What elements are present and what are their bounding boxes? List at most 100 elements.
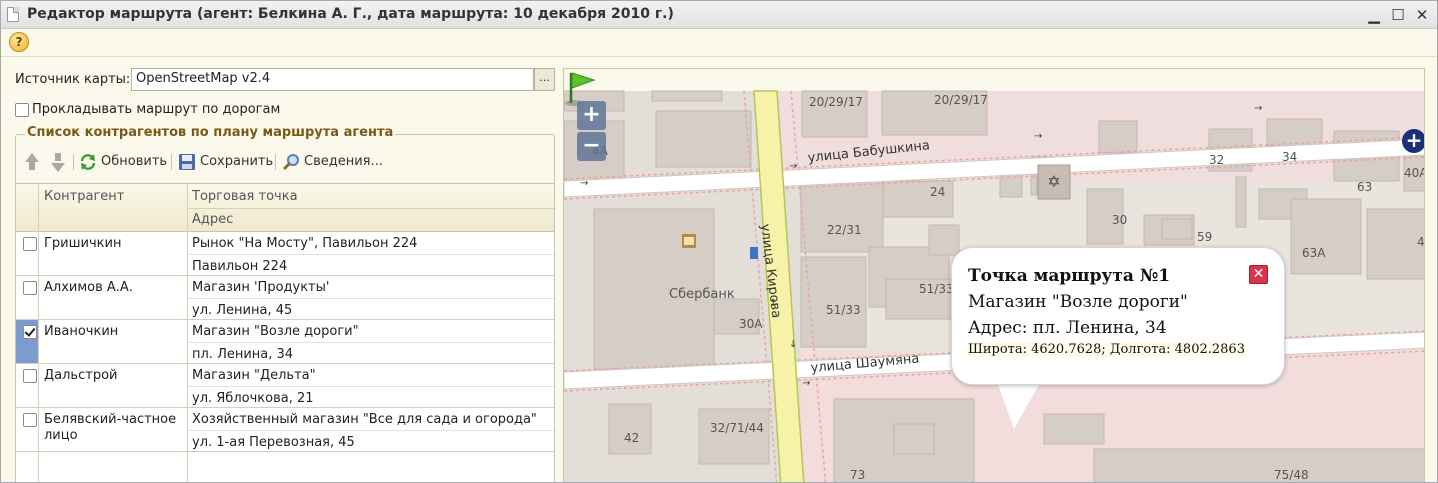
group-title: Список контрагентов по плану маршрута аг…	[25, 125, 396, 140]
move-down-button[interactable]	[51, 151, 67, 173]
address: ул. Ленина, 45	[192, 303, 293, 318]
svg-text:→: →	[1254, 103, 1262, 114]
contractor-name: Гришичкин	[44, 236, 122, 251]
table-row-selected[interactable]: Иваночкин Магазин "Возле дороги" пл. Лен…	[16, 320, 554, 364]
row-checkbox[interactable]	[23, 237, 37, 251]
route-point-popup: Точка маршрута №1 Магазин "Возле дороги"…	[951, 247, 1285, 385]
table-row[interactable]: Дальстрой Магазин "Дельта" ул. Яблочкова…	[16, 364, 554, 408]
map-source-field[interactable]: OpenStreetMap v2.4	[131, 68, 534, 91]
table-row[interactable]: Алхимов А.А. Магазин 'Продукты' ул. Лени…	[16, 276, 554, 320]
house-number: 20/29/17	[934, 93, 988, 107]
move-up-button[interactable]	[23, 151, 39, 173]
map-source-select-button[interactable]: ...	[534, 68, 555, 91]
info-label: Сведения...	[304, 154, 383, 169]
house-number: 30	[1112, 213, 1128, 227]
route-editor-window: Редактор маршрута (агент: Белкина А. Г.,…	[0, 0, 1438, 483]
minimize-button[interactable]: ▁	[1363, 4, 1385, 26]
help-icon[interactable]: ?	[9, 32, 29, 52]
column-trade-point[interactable]: Торговая точка	[192, 189, 298, 204]
row-checkbox[interactable]	[23, 413, 37, 427]
table-header: Контрагент Торговая точка Адрес	[16, 184, 554, 232]
plus-marker-icon[interactable]: +	[1402, 129, 1424, 153]
contractor-name: Белявский-частное лицо	[44, 412, 177, 443]
column-contractor[interactable]: Контрагент	[44, 189, 124, 204]
table-row[interactable]: Гришичкин Рынок "На Мосту", Павильон 224…	[16, 232, 554, 276]
row-divider	[187, 254, 554, 255]
house-number: 24	[930, 185, 946, 199]
address: ул. 1-ая Перевозная, 45	[192, 435, 355, 450]
toolbar-divider	[171, 154, 172, 170]
address: пл. Ленина, 34	[192, 347, 294, 362]
svg-text:→: →	[802, 378, 810, 389]
svg-text:→: →	[580, 178, 588, 189]
toolbar-divider	[275, 154, 276, 170]
house-number: 59	[1197, 230, 1213, 244]
house-number: 32	[1209, 153, 1225, 167]
svg-text:→: →	[789, 161, 797, 172]
row-checkbox[interactable]	[23, 325, 37, 339]
document-icon	[7, 7, 19, 22]
route-by-roads-label: Прокладывать маршрут по дорогам	[32, 102, 281, 117]
close-button[interactable]: ✕	[1411, 4, 1433, 26]
route-by-roads-checkbox[interactable]	[15, 103, 29, 117]
refresh-label: Обновить	[101, 154, 168, 169]
row-checkbox[interactable]	[23, 369, 37, 383]
magnifier-icon	[282, 154, 299, 171]
row-divider	[187, 386, 554, 387]
trade-point: Рынок "На Мосту", Павильон 224	[192, 236, 418, 251]
svg-text:→: →	[1034, 131, 1042, 142]
column-address[interactable]: Адрес	[192, 212, 233, 227]
maximize-button[interactable]: ☐	[1387, 4, 1409, 26]
house-number: 34	[1282, 150, 1298, 164]
address: Павильон 224	[192, 259, 288, 274]
contractor-name: Иваночкин	[44, 324, 119, 339]
floppy-disk-icon	[179, 154, 195, 170]
trade-point: Магазин "Возле дороги"	[192, 324, 359, 339]
title-bar: Редактор маршрута (агент: Белкина А. Г.,…	[1, 1, 1437, 29]
house-number: 40А	[1404, 166, 1424, 180]
contractor-name: Алхимов А.А.	[44, 280, 133, 295]
route-flag-icon[interactable]	[564, 69, 598, 107]
house-number: 30А	[739, 317, 763, 331]
popup-pointer	[996, 379, 1042, 429]
map-view[interactable]: ✡ → → → → ↑ ↓ → 20/29/17 20/29/17 4А 24 …	[563, 68, 1425, 482]
svg-text:↓: ↓	[789, 339, 797, 350]
house-number: 63	[1357, 180, 1373, 194]
house-number: 4	[1417, 235, 1425, 249]
refresh-icon	[80, 154, 96, 170]
map-source-label: Источник карты:	[15, 72, 131, 87]
contractor-name: Дальстрой	[44, 368, 118, 383]
toolbar-divider	[73, 154, 74, 170]
table-row[interactable]: Белявский-частное лицо Хозяйственный маг…	[16, 408, 554, 452]
arrow-down-icon	[51, 153, 65, 172]
house-number: 51/33	[826, 303, 861, 317]
trade-point: Магазин 'Продукты'	[192, 280, 330, 295]
trade-point: Хозяйственный магазин "Все для сада и ог…	[192, 412, 537, 427]
house-number: 63А	[1302, 246, 1326, 260]
contractors-table: Контрагент Торговая точка Адрес Гришички…	[16, 183, 554, 482]
window-title: Редактор маршрута (агент: Белкина А. Г.,…	[27, 6, 674, 22]
arrow-up-icon	[25, 153, 39, 170]
place-label-sberbank: Сбербанк	[669, 287, 735, 302]
row-checkbox[interactable]	[23, 281, 37, 295]
house-number: 51/33	[919, 282, 954, 296]
header-divider	[187, 208, 554, 209]
popup-title: Точка маршрута №1	[968, 266, 1171, 286]
popup-close-button[interactable]: ✕	[1249, 265, 1268, 284]
row-divider	[187, 430, 554, 431]
popup-coordinates: Широта: 4620.7628; Долгота: 4802.2863	[968, 342, 1245, 357]
svg-text:✡: ✡	[1047, 172, 1060, 191]
save-label: Сохранить	[200, 154, 274, 169]
house-number: 73	[850, 468, 866, 482]
house-number: 75/48	[1274, 468, 1309, 482]
row-divider	[187, 342, 554, 343]
row-divider	[187, 298, 554, 299]
trade-point: Магазин "Дельта"	[192, 368, 316, 383]
address: ул. Яблочкова, 21	[192, 391, 314, 406]
zoom-out-button[interactable]: −	[577, 132, 606, 161]
house-number: 42	[624, 431, 640, 445]
house-number: 20/29/17	[809, 95, 863, 109]
house-number: 32/71/44	[710, 421, 764, 435]
house-number: 22/31	[827, 223, 862, 237]
main-toolbar: ?	[1, 29, 1437, 57]
